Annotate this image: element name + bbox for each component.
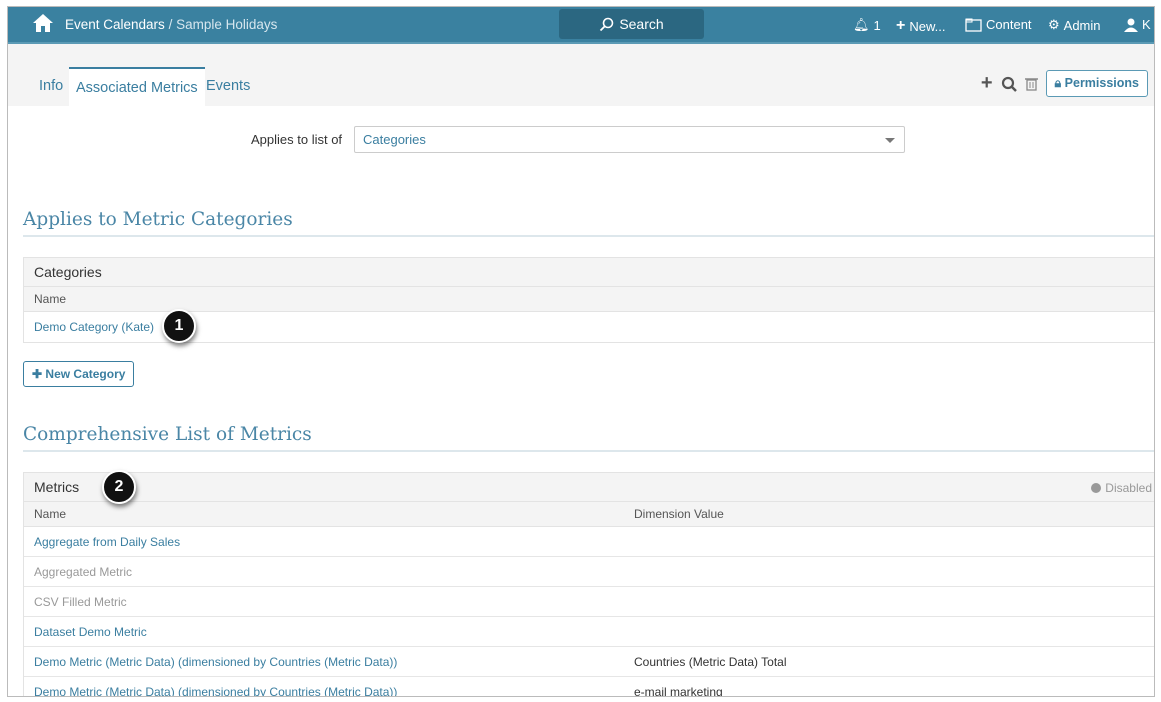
trash-icon[interactable] (1024, 76, 1038, 91)
metrics-section-title: Comprehensive List of Metrics (23, 424, 1154, 452)
search-icon (600, 17, 614, 31)
plus-icon: ✚ (32, 367, 43, 381)
admin-button[interactable]: ⚙ Admin (1048, 17, 1101, 33)
chevron-down-icon (885, 138, 895, 148)
metrics-panel-header: Metrics Disabled (24, 473, 1154, 502)
breadcrumb-separator: / (164, 17, 177, 32)
column-header-name[interactable]: Name (34, 507, 66, 521)
admin-label: Admin (1063, 17, 1101, 33)
content-label: Content (986, 17, 1032, 32)
content-button[interactable]: Content (965, 17, 1032, 32)
categories-panel-title: Categories (24, 258, 1154, 287)
new-button[interactable]: + New... (896, 17, 945, 35)
categories-section-title: Applies to Metric Categories (23, 209, 1154, 237)
tab-bar: Info Associated Metrics Events + 🔒︎ Perm… (8, 44, 1154, 106)
home-icon[interactable] (32, 13, 54, 33)
category-link[interactable]: Demo Category (Kate) (34, 320, 154, 334)
tab-events[interactable]: Events (199, 67, 257, 106)
user-initial: K (1142, 17, 1151, 32)
metric-link[interactable]: CSV Filled Metric (34, 595, 127, 609)
tab-info[interactable]: Info (32, 67, 70, 106)
callout-badge: 1 (162, 309, 196, 343)
new-label: New... (909, 18, 946, 34)
applies-selected-value: Categories (363, 132, 426, 147)
toolbar: + 🔒︎ Permissions (981, 70, 1148, 97)
table-row: Demo Metric (Metric Data) (dimensioned b… (24, 647, 1154, 677)
app-window: Event Calendars / Sample Holidays Search… (7, 6, 1155, 697)
permissions-button[interactable]: 🔒︎ Permissions (1045, 70, 1148, 97)
applies-to-select[interactable]: Categories (354, 126, 905, 153)
user-menu[interactable]: K (1124, 17, 1151, 32)
dimension-value: e-mail marketing (634, 685, 723, 697)
breadcrumb-current: Sample Holidays (176, 17, 278, 32)
search-label: Search (619, 16, 664, 32)
table-header: Name Dimension Value (24, 502, 1154, 527)
callout-badge: 2 (102, 470, 136, 504)
metric-link[interactable]: Aggregated Metric (34, 565, 132, 579)
gear-icon: ⚙ (1048, 17, 1060, 32)
tab-associated-metrics[interactable]: Associated Metrics (69, 67, 205, 106)
top-nav: Event Calendars / Sample Holidays Search… (8, 7, 1154, 44)
metrics-panel-title: Metrics (34, 479, 80, 495)
applies-label: Applies to list of (251, 132, 343, 147)
search-icon[interactable] (1001, 76, 1017, 92)
disabled-legend: Disabled (1091, 481, 1152, 495)
search-button[interactable]: Search (559, 9, 704, 39)
column-header-dimension[interactable]: Dimension Value (634, 507, 724, 521)
table-row: CSV Filled Metric (24, 587, 1154, 617)
new-category-label: New Category (45, 367, 126, 381)
metric-link[interactable]: Dataset Demo Metric (34, 625, 147, 639)
notifications-button[interactable]: 🔔︎ 1 (853, 17, 881, 33)
table-row: Demo Metric (Metric Data) (dimensioned b… (24, 677, 1154, 697)
metric-link[interactable]: Demo Metric (Metric Data) (dimensioned b… (34, 685, 397, 696)
notification-count: 1 (873, 17, 881, 33)
breadcrumb-root[interactable]: Event Calendars (65, 17, 165, 32)
metric-link[interactable]: Demo Metric (Metric Data) (dimensioned b… (34, 655, 397, 669)
breadcrumb: Event Calendars / Sample Holidays (65, 17, 277, 32)
metric-link[interactable]: Aggregate from Daily Sales (34, 535, 180, 549)
table-row: Dataset Demo Metric (24, 617, 1154, 647)
new-category-button[interactable]: ✚ New Category (23, 361, 135, 387)
lock-icon: 🔒︎ (1054, 76, 1062, 90)
metrics-panel: Metrics Disabled Name Dimension Value Agg… (23, 472, 1154, 697)
folder-icon (965, 18, 982, 32)
user-icon (1124, 18, 1138, 32)
column-header-name[interactable]: Name (24, 287, 1154, 312)
plus-icon: + (896, 17, 906, 34)
table-row: Aggregate from Daily Sales (24, 527, 1154, 557)
permissions-label: Permissions (1064, 76, 1139, 90)
add-icon[interactable]: + (981, 72, 993, 95)
disabled-dot-icon (1091, 483, 1102, 493)
table-row: Aggregated Metric (24, 557, 1154, 587)
bell-icon: 🔔︎ (853, 17, 870, 32)
disabled-legend-label: Disabled (1105, 481, 1152, 495)
dimension-value: Countries (Metric Data) Total (634, 655, 787, 669)
